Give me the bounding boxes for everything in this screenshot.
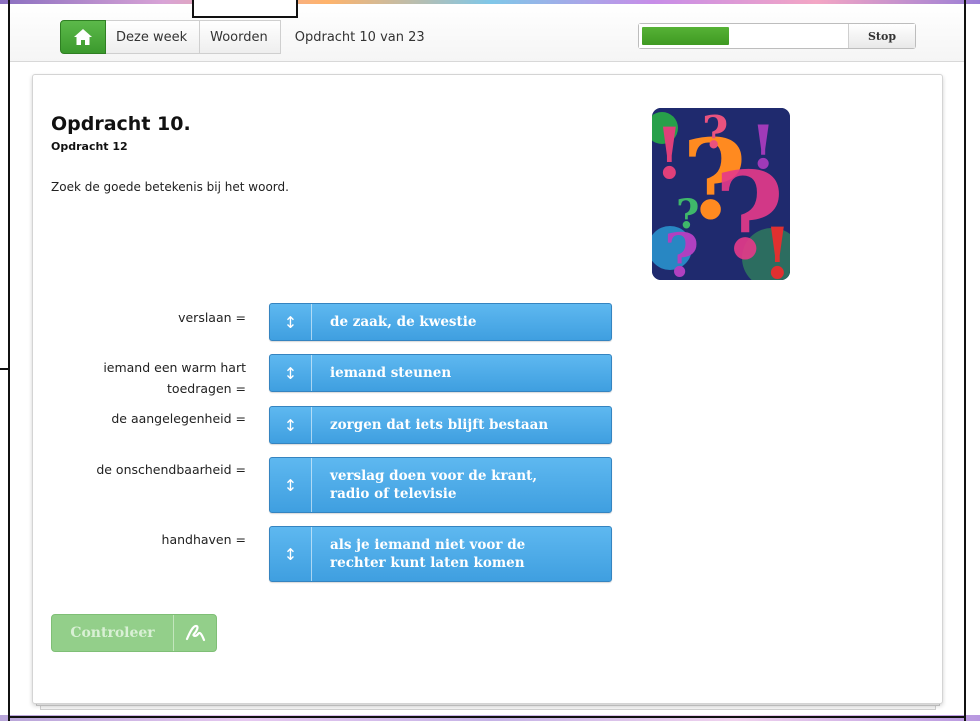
answer-tile[interactable]: ↕ de zaak, de kwestie: [269, 303, 612, 341]
drag-handle-icon[interactable]: ↕: [270, 458, 312, 512]
progress-fill: [642, 27, 730, 45]
answer-text: de zaak, de kwestie: [330, 314, 477, 330]
question-marks-illustration: ? ? ! ! ! ? ? ?: [652, 108, 790, 280]
exercise-position: Opdracht 10 van 23: [294, 29, 425, 45]
answer-text: iemand steunen: [330, 365, 452, 381]
term-label: de aangelegenheid =: [111, 411, 246, 426]
exercise-instruction: Zoek de goede betekenis bij het woord.: [51, 180, 289, 194]
home-icon: [74, 29, 92, 45]
progress-control: Stop: [638, 23, 916, 49]
answer-tile[interactable]: ↕ verslag doen voor de krant, radio of t…: [269, 457, 612, 513]
svg-text:?: ?: [676, 191, 699, 238]
drag-handle-icon[interactable]: ↕: [270, 304, 312, 340]
svg-text:!: !: [762, 212, 790, 280]
breadcrumb-item-woorden[interactable]: Woorden: [200, 20, 281, 54]
term-label: iemand een warm hart toedragen =: [103, 360, 246, 396]
answer-tile[interactable]: ↕ als je iemand niet voor de rechter kun…: [269, 526, 612, 582]
term-label: de onschendbaarheid =: [96, 462, 246, 477]
answer-tile[interactable]: ↕ zorgen dat iets blijft bestaan: [269, 406, 612, 444]
svg-text:!: !: [750, 113, 776, 183]
drag-handle-icon[interactable]: ↕: [270, 407, 312, 443]
handwriting-check-icon: [174, 615, 216, 651]
check-button[interactable]: Controleer: [51, 614, 217, 652]
term-label: handhaven =: [161, 532, 246, 547]
svg-text:!: !: [654, 112, 685, 195]
term-label: verslaan =: [178, 310, 246, 325]
stop-button[interactable]: Stop: [849, 24, 915, 48]
frame-tick: [0, 368, 10, 370]
answer-text: zorgen dat iets blijft bestaan: [330, 417, 549, 433]
breadcrumb: Deze week Woorden Opdracht 10 van 23: [60, 20, 425, 54]
drag-handle-icon[interactable]: ↕: [270, 355, 312, 391]
exercise-subtitle: Opdracht 12: [51, 140, 128, 153]
breadcrumb-label: Deze week: [116, 29, 188, 45]
answer-tile[interactable]: ↕ iemand steunen: [269, 354, 612, 392]
window-frame-left: [8, 0, 10, 721]
window-frame-bottom: [8, 716, 966, 718]
top-bar: Deze week Woorden Opdracht 10 van 23 Sto…: [10, 4, 964, 62]
home-button[interactable]: [60, 20, 106, 54]
answer-text: als je iemand niet voor de rechter kunt …: [330, 537, 526, 571]
progress-bar: [639, 24, 849, 48]
check-button-label: Controleer: [52, 615, 174, 651]
window-frame-right: [964, 0, 966, 721]
breadcrumb-label: Woorden: [210, 29, 268, 45]
frame-tab: [192, 0, 298, 18]
exercise-title: Opdracht 10.: [51, 113, 191, 135]
svg-text:?: ?: [702, 108, 728, 159]
breadcrumb-item-deze-week[interactable]: Deze week: [106, 20, 201, 54]
answer-text: verslag doen voor de krant, radio of tel…: [330, 468, 538, 502]
drag-handle-icon[interactable]: ↕: [270, 527, 312, 581]
